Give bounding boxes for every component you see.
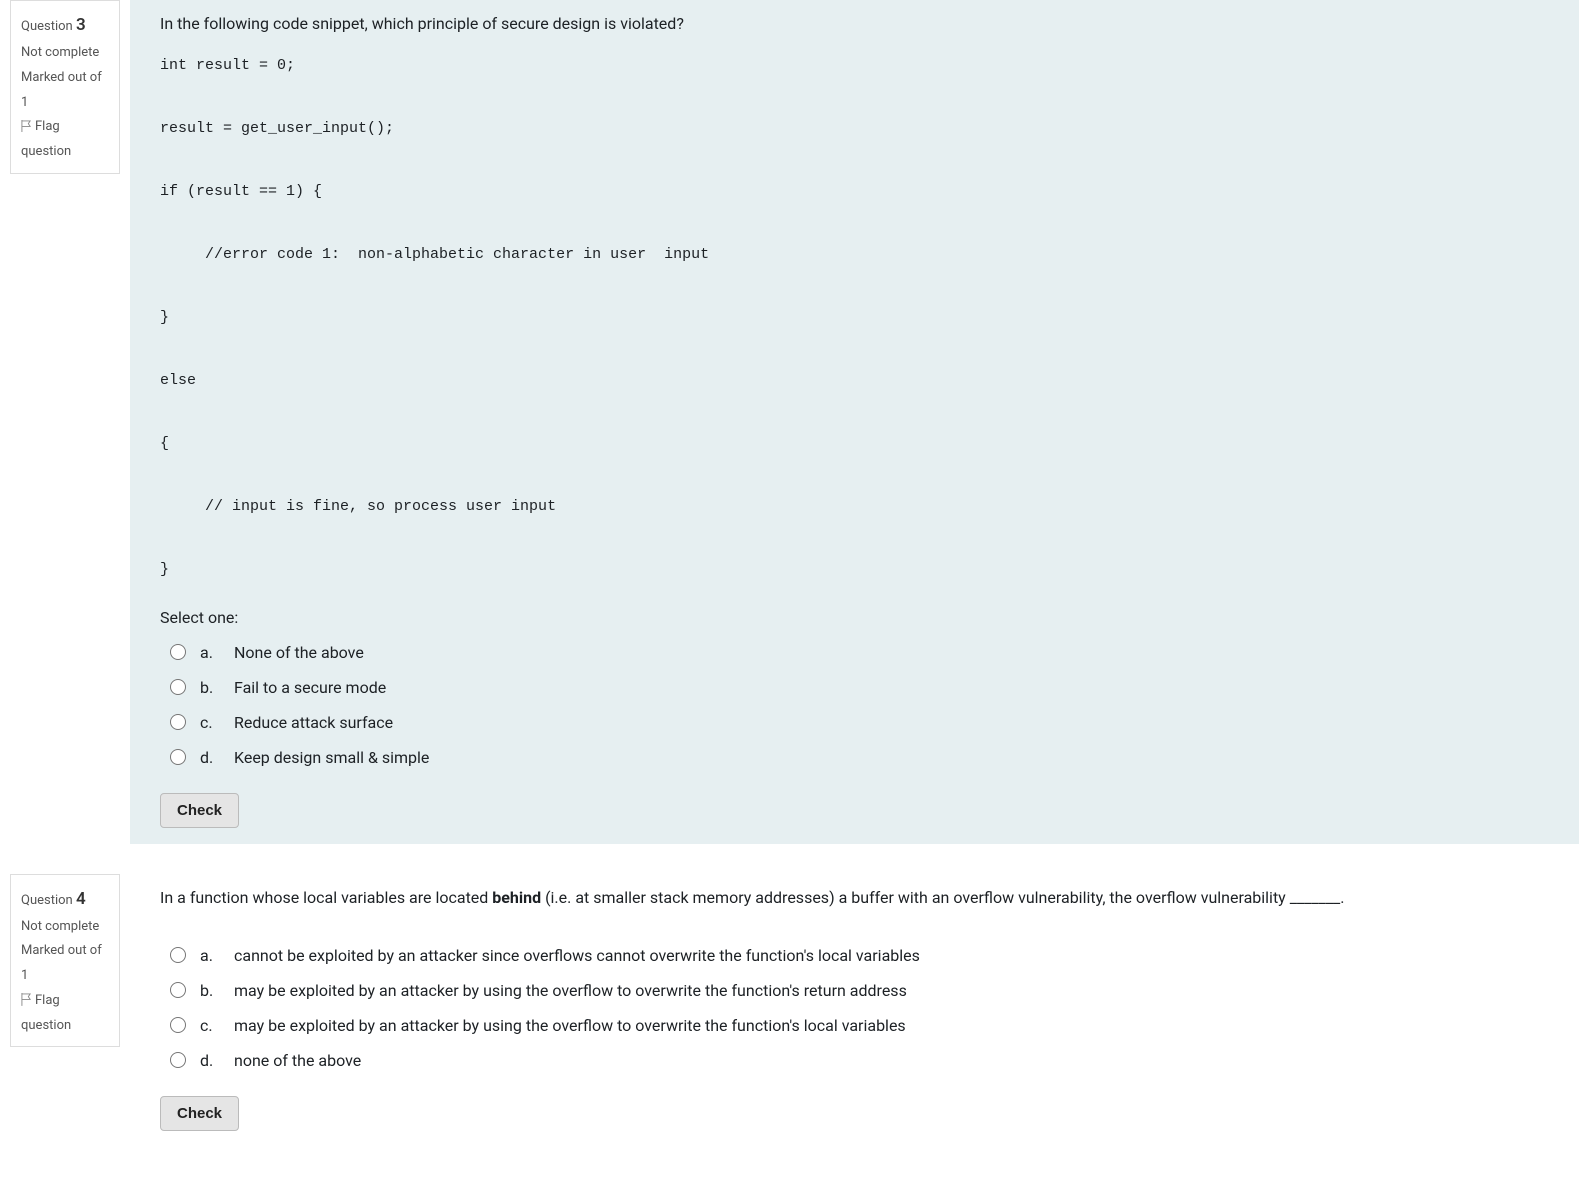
answer-option-d[interactable]: d. none of the above	[160, 1043, 1549, 1078]
check-button[interactable]: Check	[160, 1096, 239, 1131]
option-text: may be exploited by an attacker by using…	[234, 1016, 906, 1035]
question-number-value: 4	[76, 889, 86, 909]
answer-option-a[interactable]: a. cannot be exploited by an attacker si…	[160, 938, 1549, 973]
qtext-post: (i.e. at smaller stack memory addresses)…	[541, 888, 1344, 907]
option-text: Fail to a secure mode	[234, 678, 386, 697]
question-info-box: Question 3 Not complete Marked out of 1 …	[10, 0, 120, 174]
option-letter: b.	[200, 981, 220, 1000]
check-button[interactable]: Check	[160, 793, 239, 828]
question-grade: Marked out of 1	[21, 66, 109, 115]
flag-icon	[21, 117, 32, 130]
answer-option-c[interactable]: c. may be exploited by an attacker by us…	[160, 1008, 1549, 1043]
option-text: none of the above	[234, 1051, 361, 1070]
question-info-box: Question 4 Not complete Marked out of 1 …	[10, 874, 120, 1048]
answer-list: a. cannot be exploited by an attacker si…	[160, 938, 1549, 1078]
radio-d[interactable]	[170, 1052, 186, 1068]
question-label: Question	[21, 19, 73, 34]
question-label: Question	[21, 893, 73, 908]
question-content: In the following code snippet, which pri…	[130, 0, 1579, 844]
option-letter: d.	[200, 748, 220, 767]
qtext-pre: In a function whose local variables are …	[160, 888, 492, 907]
option-text: Keep design small & simple	[234, 748, 429, 767]
question-state: Not complete	[21, 915, 109, 940]
code-snippet: int result = 0; result = get_user_input(…	[160, 50, 1549, 586]
radio-c[interactable]	[170, 714, 186, 730]
option-letter: a.	[200, 946, 220, 965]
question-number: Question 4	[21, 883, 109, 915]
option-letter: d.	[200, 1051, 220, 1070]
radio-c[interactable]	[170, 1017, 186, 1033]
flag-question-link[interactable]: Flag question	[21, 989, 109, 1038]
radio-a[interactable]	[170, 644, 186, 660]
option-text: None of the above	[234, 643, 364, 662]
question-4: Question 4 Not complete Marked out of 1 …	[0, 874, 1579, 1147]
answer-option-c[interactable]: c. Reduce attack surface	[160, 705, 1549, 740]
qtext-bold: behind	[492, 888, 541, 907]
question-text: In a function whose local variables are …	[160, 886, 1549, 910]
question-3: Question 3 Not complete Marked out of 1 …	[0, 0, 1579, 844]
option-letter: c.	[200, 1016, 220, 1035]
option-text: cannot be exploited by an attacker since…	[234, 946, 920, 965]
radio-d[interactable]	[170, 749, 186, 765]
question-content: In a function whose local variables are …	[130, 874, 1579, 1147]
radio-b[interactable]	[170, 982, 186, 998]
option-text: may be exploited by an attacker by using…	[234, 981, 907, 1000]
question-number: Question 3	[21, 9, 109, 41]
radio-a[interactable]	[170, 947, 186, 963]
flag-icon	[21, 991, 32, 1004]
flag-question-link[interactable]: Flag question	[21, 115, 109, 164]
question-number-value: 3	[76, 15, 86, 35]
question-state: Not complete	[21, 41, 109, 66]
option-text: Reduce attack surface	[234, 713, 393, 732]
answer-option-a[interactable]: a. None of the above	[160, 635, 1549, 670]
option-letter: b.	[200, 678, 220, 697]
answer-option-d[interactable]: d. Keep design small & simple	[160, 740, 1549, 775]
answer-option-b[interactable]: b. may be exploited by an attacker by us…	[160, 973, 1549, 1008]
select-prompt: Select one:	[160, 608, 1549, 627]
answer-list: a. None of the above b. Fail to a secure…	[160, 635, 1549, 775]
radio-b[interactable]	[170, 679, 186, 695]
option-letter: c.	[200, 713, 220, 732]
question-grade: Marked out of 1	[21, 939, 109, 988]
option-letter: a.	[200, 643, 220, 662]
answer-option-b[interactable]: b. Fail to a secure mode	[160, 670, 1549, 705]
question-text: In the following code snippet, which pri…	[160, 12, 1549, 36]
